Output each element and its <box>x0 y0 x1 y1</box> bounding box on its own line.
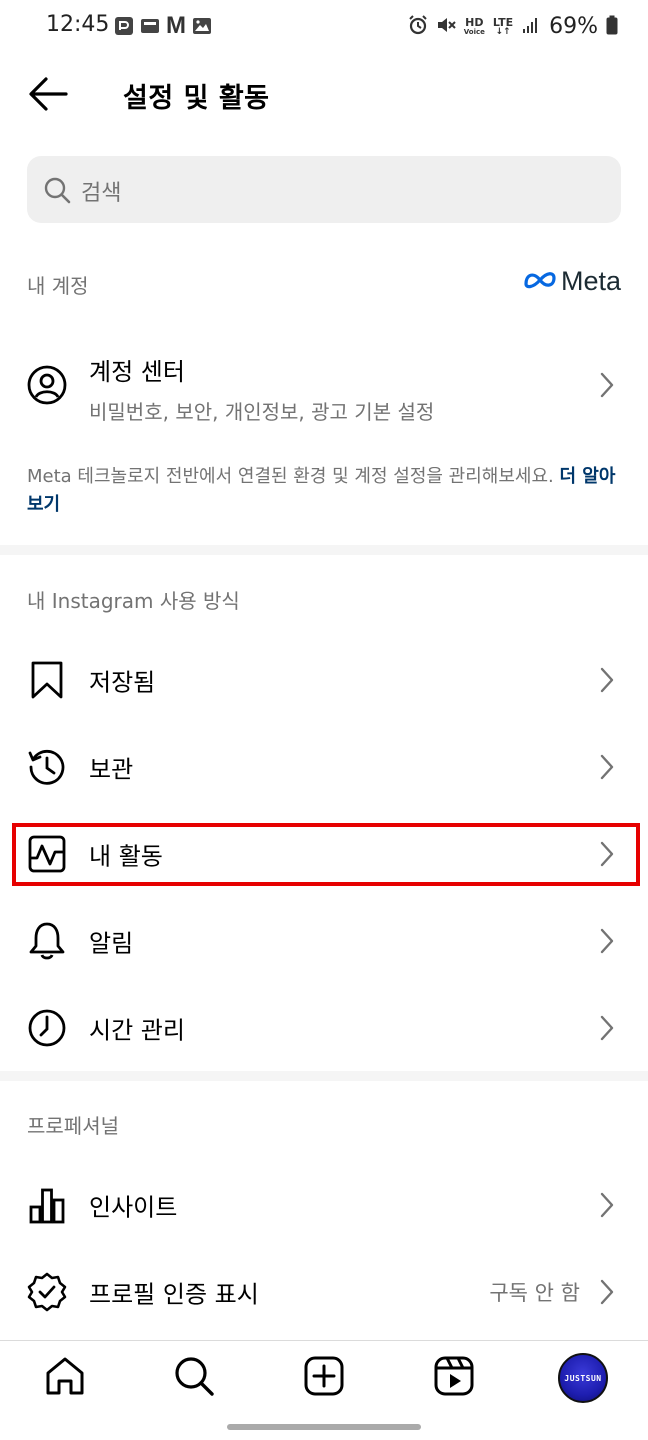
chevron-right-icon <box>600 928 614 954</box>
avatar-text: JUSTSUN <box>564 1373 602 1383</box>
verified-icon <box>27 1272 67 1312</box>
section-label-my-account: 내 계정 <box>27 274 89 298</box>
menu-item-notifications[interactable]: 알림 <box>0 898 648 984</box>
account-center-row[interactable]: 계정 센터 비밀번호, 보안, 개인정보, 광고 기본 설정 <box>0 330 648 440</box>
section-divider <box>0 1071 648 1081</box>
header: 설정 및 활동 <box>0 56 648 136</box>
chevron-right-icon <box>600 667 614 693</box>
menu-item-label: 프로필 인증 표시 <box>89 1280 259 1309</box>
subscription-status: 구독 안 함 <box>489 1281 580 1305</box>
chevron-right-icon <box>600 372 614 398</box>
menu-item-time-management[interactable]: 시간 관리 <box>0 985 648 1071</box>
search-icon <box>43 176 71 204</box>
menu-item-label: 저장됨 <box>89 668 156 697</box>
search-input[interactable]: 검색 <box>27 156 621 223</box>
nav-home[interactable] <box>40 1353 90 1403</box>
status-bar: 12:45 M HD Voice LTE ↓↑ 69% <box>0 0 648 56</box>
nav-reels[interactable] <box>429 1353 479 1403</box>
hd-voice-icon: HD Voice <box>463 16 485 36</box>
wallet-icon <box>140 16 160 36</box>
alarm-icon <box>408 14 428 39</box>
meta-logo-text: Meta <box>560 266 621 296</box>
bell-icon <box>27 921 67 961</box>
meta-infinity-icon <box>523 270 557 294</box>
chevron-right-icon <box>600 754 614 780</box>
menu-item-archive[interactable]: 보관 <box>0 724 648 810</box>
arrow-left-icon <box>26 77 70 118</box>
menu-item-label: 인사이트 <box>89 1193 178 1222</box>
menu-item-label: 알림 <box>89 929 134 958</box>
chevron-right-icon <box>600 1015 614 1041</box>
gmail-icon: M <box>166 12 186 39</box>
menu-item-insights[interactable]: 인사이트 <box>0 1162 648 1248</box>
battery-level: 69% <box>549 14 598 39</box>
nav-create[interactable] <box>299 1353 349 1403</box>
chevron-right-icon <box>600 1192 614 1218</box>
home-icon <box>44 1355 86 1401</box>
battery-icon <box>606 15 618 39</box>
profile-avatar: JUSTSUN <box>558 1353 608 1403</box>
archive-icon <box>27 747 67 787</box>
profile-circle-icon <box>27 365 67 405</box>
nav-search[interactable] <box>169 1353 219 1403</box>
account-center-subtitle: 비밀번호, 보안, 개인정보, 광고 기본 설정 <box>89 400 435 424</box>
menu-item-saved[interactable]: 저장됨 <box>0 637 648 723</box>
search-placeholder: 검색 <box>81 181 122 206</box>
gallery-icon <box>192 16 212 36</box>
account-center-title: 계정 센터 <box>89 358 185 386</box>
page-title: 설정 및 활동 <box>123 83 270 114</box>
signal-icon <box>521 15 541 39</box>
insights-icon <box>27 1185 67 1225</box>
menu-item-verified[interactable]: 프로필 인증 표시 구독 안 함 <box>0 1249 648 1335</box>
mute-icon <box>436 15 456 39</box>
lte-icon: LTE ↓↑ <box>492 15 514 37</box>
nav-profile[interactable]: JUSTSUN <box>558 1353 608 1403</box>
section-divider <box>0 545 648 555</box>
menu-item-label: 보관 <box>89 755 134 784</box>
status-time: 12:45 <box>46 12 110 37</box>
chevron-right-icon <box>600 1279 614 1305</box>
meta-note: Meta 테크놀로지 전반에서 연결된 환경 및 계정 설정을 관리해보세요. … <box>27 463 617 519</box>
search-icon <box>173 1355 215 1401</box>
section-label-professional: 프로페셔널 <box>27 1114 119 1138</box>
clock-icon <box>27 1008 67 1048</box>
bookmark-icon <box>27 660 67 700</box>
section-label-how-you-use: 내 Instagram 사용 방식 <box>27 589 240 613</box>
home-indicator[interactable] <box>227 1424 421 1430</box>
highlight-box <box>12 823 640 886</box>
meta-note-text: Meta 테크놀로지 전반에서 연결된 환경 및 계정 설정을 관리해보세요. <box>27 466 554 487</box>
menu-item-label: 시간 관리 <box>89 1016 185 1045</box>
status-left-icons: M <box>114 12 212 39</box>
status-right-icons: HD Voice LTE ↓↑ 69% <box>408 14 618 39</box>
pay-icon <box>114 16 134 36</box>
reels-icon <box>433 1355 475 1401</box>
back-button[interactable] <box>26 74 70 114</box>
create-icon <box>303 1355 345 1401</box>
meta-logo: Meta <box>523 266 621 297</box>
